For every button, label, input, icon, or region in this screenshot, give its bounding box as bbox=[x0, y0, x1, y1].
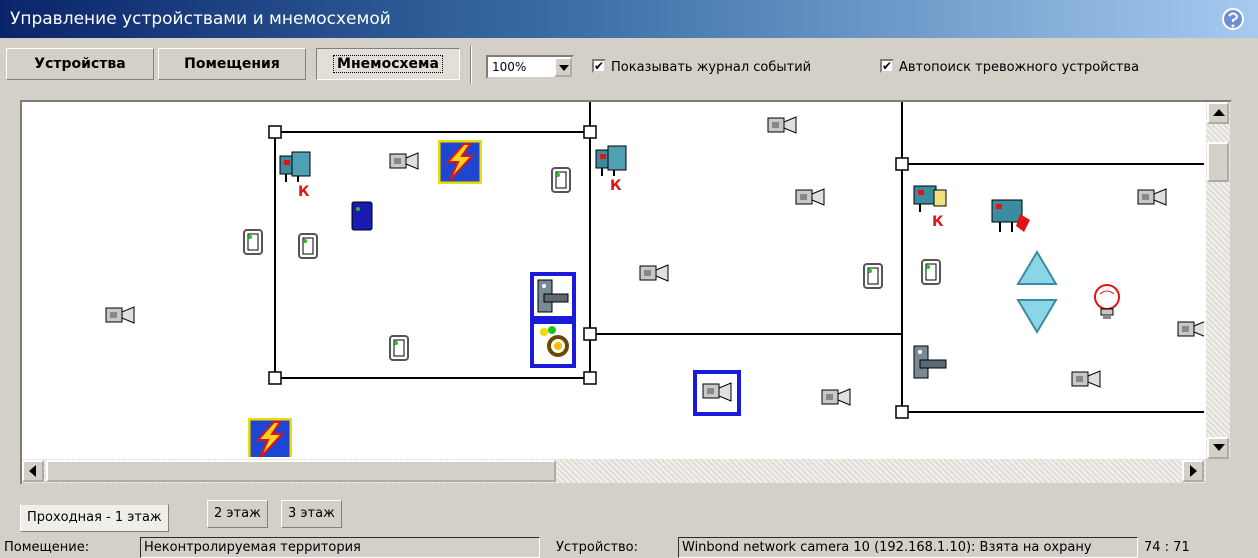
floor-down-arrow-icon[interactable] bbox=[1016, 298, 1058, 334]
lightning-alarm-icon[interactable] bbox=[438, 140, 482, 184]
floor-tab-2-label: 2 этаж bbox=[214, 506, 261, 521]
floor-tab-3[interactable]: 3 этаж bbox=[281, 500, 342, 528]
lamp-icon[interactable] bbox=[1090, 282, 1124, 322]
window-title-bar: Управление устройствами и мнемосхемой bbox=[0, 0, 1258, 38]
controller-icon[interactable]: К bbox=[912, 180, 952, 230]
scheme-scene: К К К bbox=[22, 102, 1204, 457]
help-icon[interactable] bbox=[1220, 7, 1246, 31]
scrollbar-corner bbox=[1206, 459, 1230, 483]
room-value: Неконтролируемая территория bbox=[140, 537, 540, 558]
door-sensor-icon[interactable] bbox=[920, 258, 942, 286]
camera-icon[interactable] bbox=[1070, 368, 1102, 390]
floor-tab-1[interactable]: Проходная - 1 этаж bbox=[20, 504, 169, 532]
device-value: Winbond network camera 10 (192.168.1.10)… bbox=[678, 537, 1138, 558]
tab-devices-label: Устройства bbox=[34, 56, 126, 72]
camera-icon[interactable] bbox=[638, 262, 670, 284]
autosearch-label: Автопоиск тревожного устройства bbox=[899, 60, 1140, 75]
coordinates-readout: 74 : 71 bbox=[1144, 540, 1190, 555]
tab-rooms-label: Помещения bbox=[184, 56, 280, 72]
horizontal-scrollbar[interactable] bbox=[22, 459, 1206, 483]
zoom-value: 100% bbox=[492, 60, 527, 74]
room-label: Помещение: bbox=[4, 540, 90, 555]
blue-sensor-icon[interactable] bbox=[350, 200, 374, 232]
floor-tab-2[interactable]: 2 этаж bbox=[207, 500, 268, 528]
selected-camera-icon[interactable] bbox=[693, 370, 741, 416]
autosearch-checkbox[interactable]: Автопоиск тревожного устройства bbox=[880, 58, 1140, 76]
door-sensor-icon[interactable] bbox=[550, 166, 572, 194]
horizontal-scroll-thumb[interactable] bbox=[46, 460, 556, 482]
tab-rooms[interactable]: Помещения bbox=[158, 48, 306, 80]
tab-devices[interactable]: Устройства bbox=[6, 48, 154, 80]
device-label: Устройство: bbox=[556, 540, 639, 555]
door-sensor-icon[interactable] bbox=[388, 334, 410, 362]
window-title: Управление устройствами и мнемосхемой bbox=[10, 9, 391, 29]
scroll-down-icon[interactable] bbox=[1207, 437, 1229, 459]
card-reader-icon[interactable] bbox=[530, 320, 576, 368]
mnemoscheme-canvas[interactable]: К К К bbox=[20, 100, 1232, 485]
floor-tab-1-label: Проходная - 1 этаж bbox=[27, 510, 162, 525]
lightning-alarm-icon[interactable] bbox=[248, 418, 292, 457]
scroll-up-icon[interactable] bbox=[1207, 102, 1229, 124]
toolbar-separator bbox=[470, 46, 472, 84]
tab-mnemoscheme[interactable]: Мнемосхема bbox=[316, 48, 460, 80]
show-log-label: Показывать журнал событий bbox=[611, 60, 812, 75]
door-sensor-icon[interactable] bbox=[862, 262, 884, 290]
camera-icon[interactable] bbox=[388, 150, 420, 172]
camera-icon[interactable] bbox=[1176, 318, 1204, 340]
camera-icon[interactable] bbox=[104, 304, 136, 326]
door-lock-icon[interactable] bbox=[910, 342, 950, 382]
controller-badge: К bbox=[298, 184, 310, 200]
floor-tab-3-label: 3 этаж bbox=[288, 506, 335, 521]
chevron-down-icon[interactable] bbox=[554, 57, 572, 77]
camera-icon[interactable] bbox=[820, 386, 852, 408]
door-sensor-icon[interactable] bbox=[242, 228, 264, 256]
show-log-checkbox[interactable]: Показывать журнал событий bbox=[592, 58, 812, 76]
controller-badge: К bbox=[610, 178, 622, 194]
vertical-scrollbar[interactable] bbox=[1206, 102, 1230, 459]
scroll-right-icon[interactable] bbox=[1182, 460, 1204, 482]
controller-badge: К bbox=[932, 214, 944, 230]
vertical-scroll-thumb[interactable] bbox=[1207, 142, 1229, 182]
camera-icon[interactable] bbox=[794, 186, 826, 208]
zoom-select[interactable]: 100% bbox=[486, 55, 574, 79]
floor-up-arrow-icon[interactable] bbox=[1016, 250, 1058, 286]
door-lock-icon[interactable] bbox=[530, 272, 576, 320]
checkbox-checked-icon[interactable] bbox=[880, 58, 894, 74]
controller-icon[interactable]: К bbox=[594, 144, 634, 194]
scroll-left-icon[interactable] bbox=[22, 460, 44, 482]
door-sensor-icon[interactable] bbox=[297, 232, 319, 260]
controller-icon[interactable]: К bbox=[278, 150, 318, 200]
tab-mnemoscheme-label: Мнемосхема bbox=[333, 55, 443, 73]
checkbox-checked-icon[interactable] bbox=[592, 58, 606, 74]
toolbar: Устройства Помещения Мнемосхема 100% Пок… bbox=[0, 38, 1258, 96]
camera-icon[interactable] bbox=[766, 114, 798, 136]
alarm-controller-icon[interactable] bbox=[990, 196, 1034, 236]
camera-icon[interactable] bbox=[1136, 186, 1168, 208]
